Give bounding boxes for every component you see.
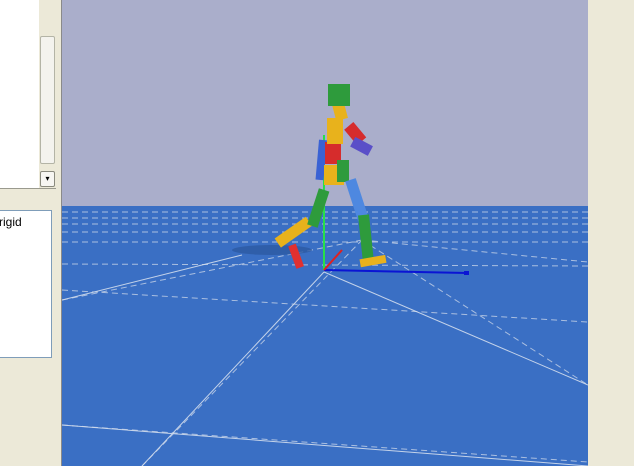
character-shadow — [232, 245, 312, 255]
list-item[interactable]: rigid — [0, 215, 22, 229]
bottom-list-panel[interactable]: rigid — [0, 210, 52, 358]
scroll-down-arrow-icon[interactable]: ▾ — [40, 171, 55, 187]
top-list-panel[interactable] — [0, 0, 39, 188]
scrollbar-thumb[interactable] — [40, 36, 55, 164]
right-panel-strip — [588, 0, 634, 466]
vertical-scrollbar[interactable]: ▾ — [38, 0, 56, 188]
character-head — [328, 84, 350, 106]
3d-viewport[interactable] — [61, 0, 589, 466]
panel-divider — [0, 188, 56, 189]
scene-canvas — [62, 0, 588, 466]
